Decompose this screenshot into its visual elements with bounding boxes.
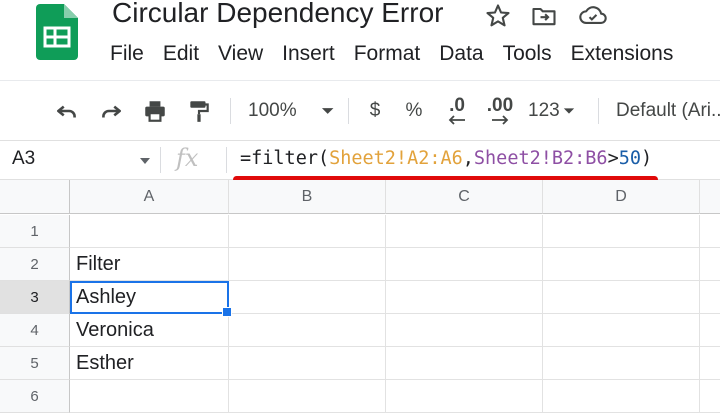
column-header-d[interactable]: D (543, 180, 700, 214)
formula-bar: A3 fx =filter(Sheet2!A2:A6,Sheet2!B2:B6>… (0, 140, 720, 180)
document-title[interactable]: Circular Dependency Error (112, 0, 443, 29)
formula-range-2: Sheet2!B2:B6 (473, 148, 608, 169)
percent-format-button[interactable]: % (402, 96, 426, 126)
toolbar-separator (598, 98, 599, 124)
cell-b5[interactable] (229, 347, 386, 380)
cell-b3[interactable] (229, 281, 386, 314)
row-header-6[interactable]: 6 (0, 380, 70, 413)
formula-input[interactable]: =filter(Sheet2!A2:A6,Sheet2!B2:B6>50) (240, 148, 652, 169)
cell-b6[interactable] (229, 380, 386, 413)
star-icon[interactable] (484, 2, 512, 30)
cell-a5[interactable]: Esther (70, 347, 229, 380)
decrease-decimal-button[interactable]: .0 (440, 96, 474, 126)
print-icon[interactable] (140, 96, 170, 126)
cell-c3[interactable] (386, 281, 543, 314)
paint-format-icon[interactable] (184, 96, 214, 126)
name-box-value: A3 (12, 148, 36, 169)
row-header-3[interactable]: 3 (0, 281, 70, 314)
more-formats-select[interactable]: 123 (528, 96, 578, 126)
cell-e1[interactable] (700, 215, 720, 248)
menu-file[interactable]: File (110, 42, 144, 72)
zoom-value: 100% (248, 100, 297, 121)
chevron-down-icon (321, 108, 334, 114)
formula-comma: , (462, 148, 474, 169)
chevron-down-icon (563, 108, 574, 114)
cell-c6[interactable] (386, 380, 543, 413)
undo-icon[interactable] (52, 96, 82, 126)
move-to-folder-icon[interactable] (530, 2, 558, 30)
formula-number: 50 (618, 148, 641, 169)
toolbar: 100% $ % .0 .00 123 Default (Ari... (0, 86, 720, 136)
cell-e3[interactable] (700, 281, 720, 314)
cell-d5[interactable] (543, 347, 700, 380)
name-box[interactable]: A3 (0, 141, 160, 179)
cell-a3[interactable]: Ashley (70, 281, 229, 314)
formula-range-1: Sheet2!A2:A6 (329, 148, 463, 169)
cell-c4[interactable] (386, 314, 543, 347)
cell-d6[interactable] (543, 380, 700, 413)
cloud-status-icon[interactable] (578, 2, 607, 30)
cell-d3[interactable] (543, 281, 700, 314)
cell-e5[interactable] (700, 347, 720, 380)
cell-d2[interactable] (543, 248, 700, 281)
row-header-2[interactable]: 2 (0, 248, 70, 281)
arrow-right-icon (492, 115, 509, 125)
cell-b2[interactable] (229, 248, 386, 281)
formula-close-paren: ) (640, 148, 653, 169)
cell-e4[interactable] (700, 314, 720, 347)
menu-tools[interactable]: Tools (503, 42, 552, 72)
menu-bar: File Edit View Insert Format Data Tools … (110, 42, 692, 72)
cell-c2[interactable] (386, 248, 543, 281)
menu-data[interactable]: Data (439, 42, 483, 72)
redo-icon[interactable] (96, 96, 126, 126)
cell-a4[interactable]: Veronica (70, 314, 229, 347)
increase-decimal-button[interactable]: .00 (482, 96, 518, 126)
menu-edit[interactable]: Edit (163, 42, 199, 72)
arrow-left-icon (448, 115, 465, 125)
toolbar-separator (348, 98, 349, 124)
column-header-a[interactable]: A (70, 180, 229, 214)
menu-view[interactable]: View (218, 42, 263, 72)
cell-b1[interactable] (229, 215, 386, 248)
header-divider (0, 80, 720, 81)
cell-c5[interactable] (386, 347, 543, 380)
formula-equals: = (240, 148, 252, 169)
cell-d4[interactable] (543, 314, 700, 347)
cell-a6[interactable] (70, 380, 229, 413)
chevron-down-icon (140, 158, 150, 164)
formula-function: filter( (251, 148, 330, 169)
currency-format-button[interactable]: $ (364, 96, 386, 126)
formula-separator (226, 147, 227, 173)
sheets-logo-icon[interactable] (36, 4, 78, 60)
cell-a1[interactable] (70, 215, 229, 248)
row-header-1[interactable]: 1 (0, 215, 70, 248)
formula-operator: > (607, 148, 619, 169)
spreadsheet-grid: A B C D 1 2 3 4 5 6 Filter Ashley Veroni… (0, 180, 720, 414)
toolbar-separator (230, 98, 231, 124)
cell-e6[interactable] (700, 380, 720, 413)
cell-b4[interactable] (229, 314, 386, 347)
fx-icon: fx (176, 144, 199, 172)
column-header-e[interactable] (700, 180, 720, 214)
menu-format[interactable]: Format (354, 42, 421, 72)
cell-e2[interactable] (700, 248, 720, 281)
cell-c1[interactable] (386, 215, 543, 248)
cell-d1[interactable] (543, 215, 700, 248)
row-header-4[interactable]: 4 (0, 314, 70, 347)
cell-a2[interactable]: Filter (70, 248, 229, 281)
row-header-5[interactable]: 5 (0, 347, 70, 380)
menu-insert[interactable]: Insert (282, 42, 335, 72)
font-family-select[interactable]: Default (Ari... (616, 96, 720, 126)
column-header-c[interactable]: C (386, 180, 543, 214)
menu-extensions[interactable]: Extensions (571, 42, 674, 72)
column-header-b[interactable]: B (229, 180, 386, 214)
select-all-corner[interactable] (0, 180, 70, 214)
zoom-select[interactable]: 100% (248, 96, 334, 126)
formula-separator (160, 147, 161, 173)
fill-handle[interactable] (222, 307, 232, 317)
